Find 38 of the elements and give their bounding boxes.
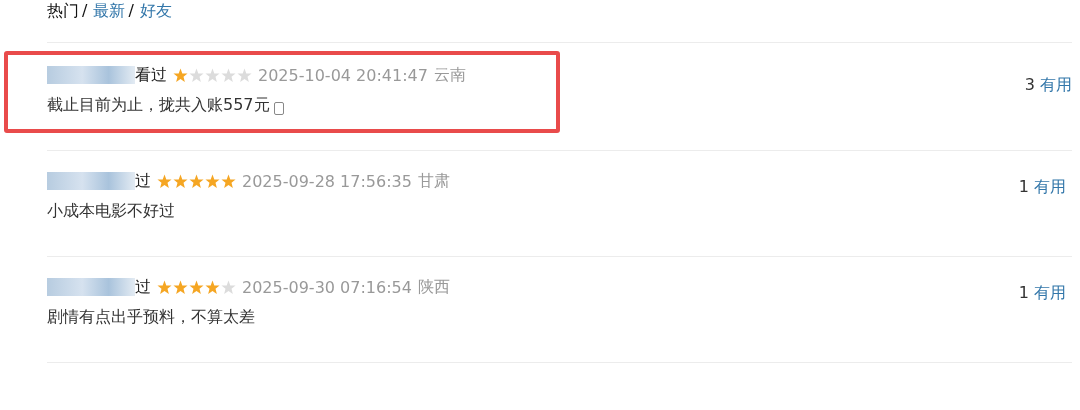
tab[interactable]: 好友 [139,0,172,22]
comment-text: 剧情有点出乎预料，不算太差 [47,307,255,328]
comment-time: 2025-10-04 20:41:47 [258,65,428,85]
watch-status: 过 [135,170,151,192]
empty-star-icon [221,279,236,295]
empty-star-icon [237,67,252,83]
filled-star-icon [189,173,204,189]
comment-region: 甘肃 [417,170,450,192]
tab[interactable]: 最新 [93,0,126,22]
vote-count: 1 [1018,177,1029,198]
tab[interactable]: 热门 [47,0,79,22]
filled-star-icon [157,173,172,189]
comment-time: 2025-09-30 07:16:54 [242,277,412,297]
filled-star-icon [205,173,220,189]
vote-count: 3 [1024,75,1035,96]
useful-link[interactable]: 有用 [1040,75,1072,96]
empty-star-icon [189,67,204,83]
comment-region: 云南 [433,64,466,86]
empty-star-icon [221,67,236,83]
comment-text: 小成本电影不好过 [47,201,175,222]
watch-status: 过 [135,276,151,298]
filled-star-icon [173,279,188,295]
filled-star-icon [173,173,188,189]
filled-star-icon [205,279,220,295]
useful-link[interactable]: 有用 [1034,177,1066,198]
filled-star-icon [157,279,172,295]
filled-star-icon [173,67,188,83]
comment-text: 截止目前为止，拢共入账557元 [47,95,270,116]
useful-link[interactable]: 有用 [1034,283,1066,304]
tab-separator: / [128,0,134,22]
empty-star-icon [205,67,220,83]
comment-region: 陕西 [417,276,450,298]
comment-time: 2025-09-28 17:56:35 [242,171,412,191]
tab-separator: / [82,0,88,22]
filled-star-icon [221,173,236,189]
vote-count: 1 [1018,283,1029,304]
filled-star-icon [189,279,204,295]
watch-status: 看过 [135,64,167,86]
